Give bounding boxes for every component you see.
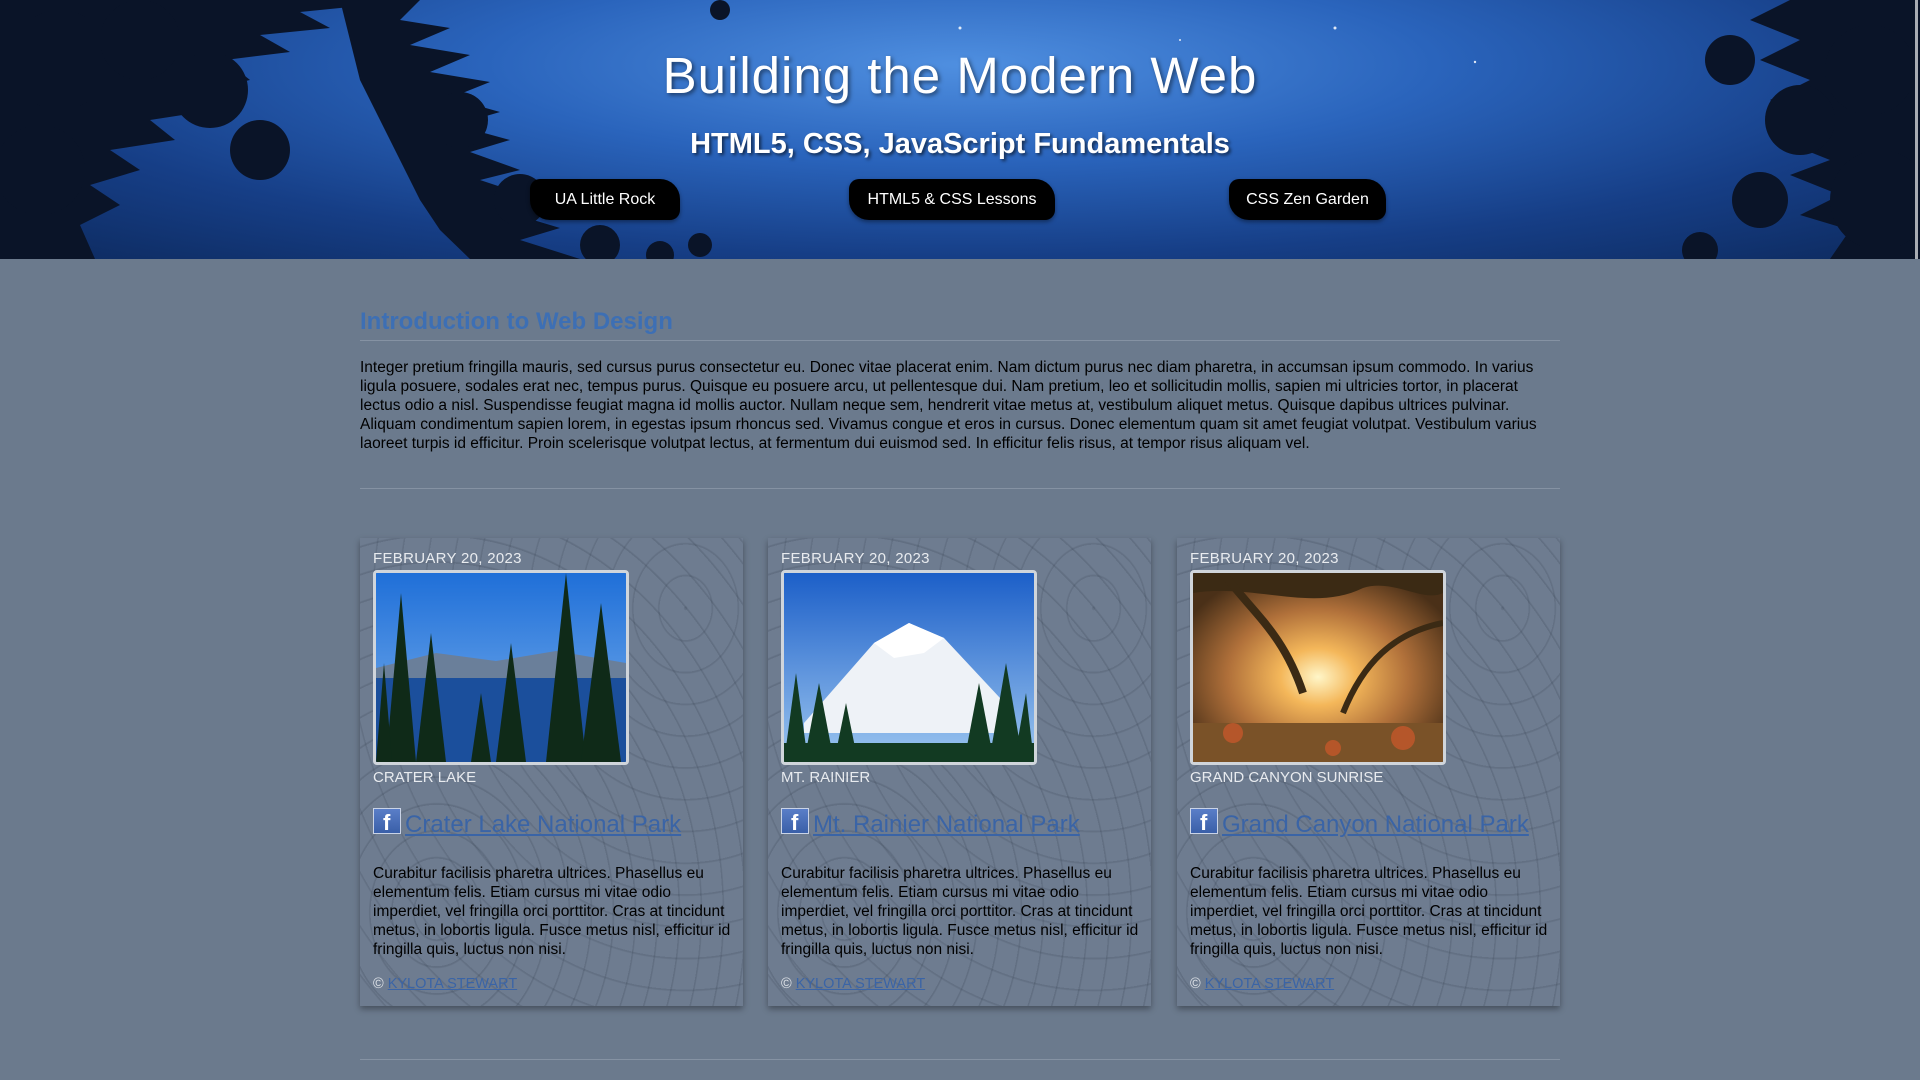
card-grand-canyon: FEBRUARY 20, 2023 GRAND CANYON SUNRISE f… — [1177, 538, 1560, 1006]
photo-credit: © KYLOTA STEWART — [1190, 976, 1334, 992]
author-link[interactable]: KYLOTA STEWART — [388, 976, 517, 992]
card-body-text: Curabitur facilisis pharetra ultrices. P… — [1190, 865, 1548, 958]
card-date: FEBRUARY 20, 2023 — [1190, 550, 1339, 567]
card-date: FEBRUARY 20, 2023 — [373, 550, 522, 567]
grand-canyon-photo — [1190, 570, 1446, 765]
card-body-text: Curabitur facilisis pharetra ultrices. P… — [373, 865, 731, 958]
footer-divider — [360, 1059, 1560, 1060]
photo-caption: CRATER LAKE — [373, 769, 477, 786]
site-subtitle: HTML5, CSS, JavaScript Fundamentals — [690, 128, 1230, 160]
card-date: FEBRUARY 20, 2023 — [781, 550, 930, 567]
copyright-symbol: © — [781, 976, 792, 992]
card-mt-rainier: FEBRUARY 20, 2023 MT. RAINIER f Mt. Rain… — [768, 538, 1151, 1006]
intro-heading: Introduction to Web Design — [360, 308, 1560, 341]
photo-caption: GRAND CANYON SUNRISE — [1190, 769, 1384, 786]
photo-credit: © KYLOTA STEWART — [781, 976, 925, 992]
hero-banner: Building the Modern Web HTML5, CSS, Java… — [0, 0, 1920, 259]
copyright-symbol: © — [1190, 976, 1201, 992]
author-link[interactable]: KYLOTA STEWART — [796, 976, 925, 992]
site-title: Building the Modern Web — [662, 47, 1258, 104]
nav-html5-css-lessons-button[interactable]: HTML5 & CSS Lessons — [849, 179, 1055, 220]
facebook-icon[interactable]: f — [373, 808, 401, 834]
facebook-icon[interactable]: f — [781, 808, 809, 834]
photo-credit: © KYLOTA STEWART — [373, 976, 517, 992]
scrollbar[interactable] — [1915, 0, 1918, 259]
nav-ua-little-rock-button[interactable]: UA Little Rock — [530, 179, 680, 220]
facebook-icon[interactable]: f — [1190, 808, 1218, 834]
crater-lake-link[interactable]: Crater Lake National Park — [405, 811, 681, 839]
grand-canyon-link[interactable]: Grand Canyon National Park — [1222, 811, 1529, 839]
mt-rainier-link[interactable]: Mt. Rainier National Park — [813, 811, 1080, 839]
mt-rainier-photo — [781, 570, 1037, 765]
copyright-symbol: © — [373, 976, 384, 992]
card-body-text: Curabitur facilisis pharetra ultrices. P… — [781, 865, 1139, 958]
card-crater-lake: FEBRUARY 20, 2023 CRATER LAKE f Crater L… — [360, 538, 743, 1006]
divider — [360, 488, 1560, 489]
author-link[interactable]: KYLOTA STEWART — [1205, 976, 1334, 992]
crater-lake-photo — [373, 570, 629, 765]
nav-css-zen-garden-button[interactable]: CSS Zen Garden — [1229, 179, 1386, 220]
intro-paragraph: Integer pretium fringilla mauris, sed cu… — [360, 359, 1537, 452]
photo-caption: MT. RAINIER — [781, 769, 871, 786]
